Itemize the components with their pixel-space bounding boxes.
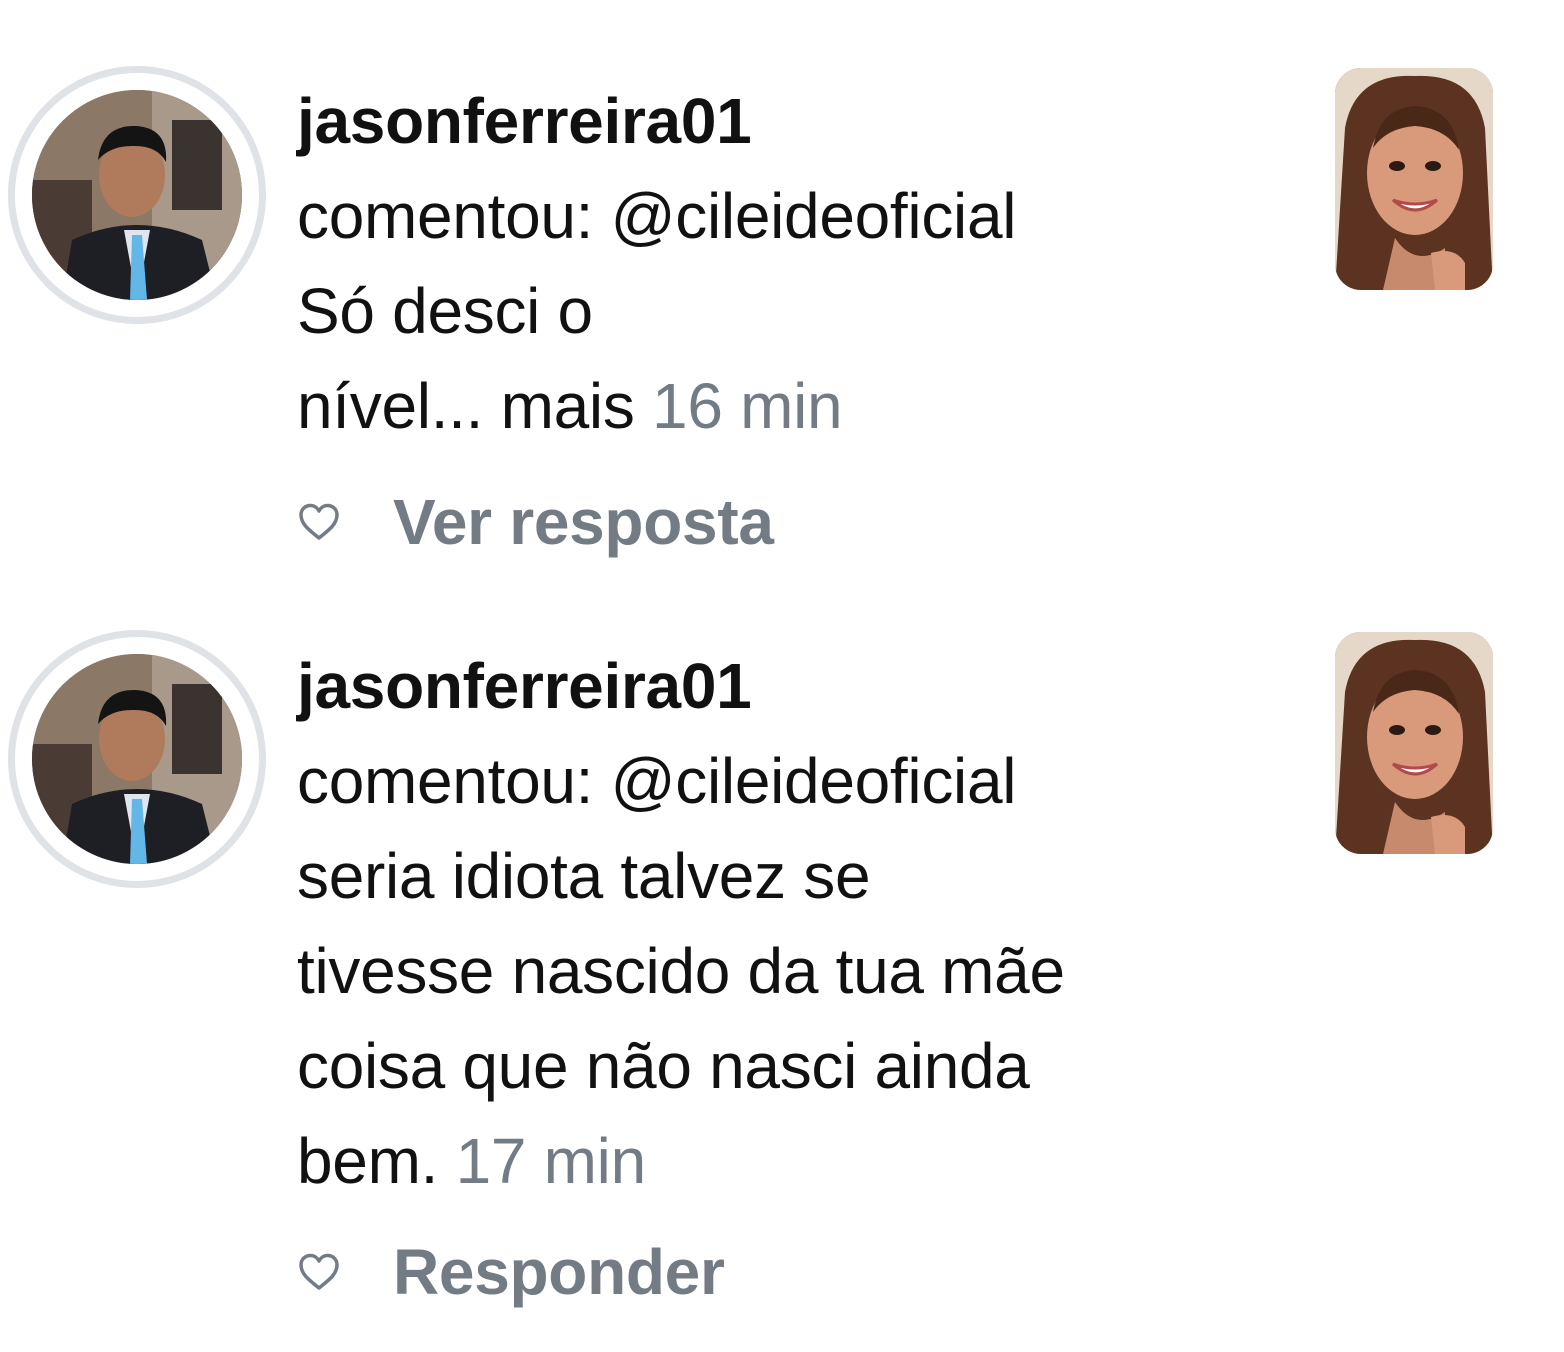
post-thumbnail-photo-icon	[1335, 68, 1493, 290]
avatar[interactable]	[32, 654, 242, 864]
timestamp: 17 min	[455, 1125, 647, 1197]
comment-last-line: bem. 17 min	[297, 1114, 1297, 1209]
comment-line-end: bem.	[297, 1125, 439, 1197]
comment-line-end[interactable]: nível... mais	[297, 370, 635, 442]
avatar[interactable]	[32, 90, 242, 300]
post-thumbnail[interactable]	[1335, 632, 1493, 854]
action-row: Responder	[297, 1232, 725, 1312]
user-avatar-photo-icon	[32, 90, 242, 300]
notification-text: jasonferreira01 comentou: @cileideoficia…	[297, 639, 1297, 1209]
username[interactable]: jasonferreira01	[297, 639, 1297, 734]
comment-line: comentou: @cileideoficial	[297, 745, 1017, 817]
action-row: Ver resposta	[297, 482, 774, 562]
user-avatar-photo-icon	[32, 654, 242, 864]
comment-line: coisa que não nasci ainda	[297, 1030, 1030, 1102]
post-thumbnail[interactable]	[1335, 68, 1493, 290]
comment-line: Só desci o	[297, 275, 593, 347]
timestamp: 16 min	[652, 370, 843, 442]
heart-icon[interactable]	[297, 1252, 341, 1292]
notification-item[interactable]: jasonferreira01 comentou: @cileideoficia…	[0, 0, 1564, 600]
heart-icon[interactable]	[297, 502, 341, 542]
post-thumbnail-photo-icon	[1335, 632, 1493, 854]
reply-button[interactable]: Responder	[393, 1235, 725, 1309]
comment-last-line: nível... mais 16 min	[297, 359, 1297, 454]
comment-line: comentou: @cileideoficial	[297, 180, 1017, 252]
comment-line: tivesse nascido da tua mãe	[297, 935, 1065, 1007]
comment-line: seria idiota talvez se	[297, 840, 871, 912]
username[interactable]: jasonferreira01	[297, 74, 1297, 169]
avatar-story-ring[interactable]	[8, 630, 266, 888]
notification-item[interactable]: jasonferreira01 comentou: @cileideoficia…	[0, 565, 1564, 1352]
notification-text: jasonferreira01 comentou: @cileideoficia…	[297, 74, 1297, 454]
view-reply-button[interactable]: Ver resposta	[393, 485, 774, 559]
avatar-story-ring[interactable]	[8, 66, 266, 324]
